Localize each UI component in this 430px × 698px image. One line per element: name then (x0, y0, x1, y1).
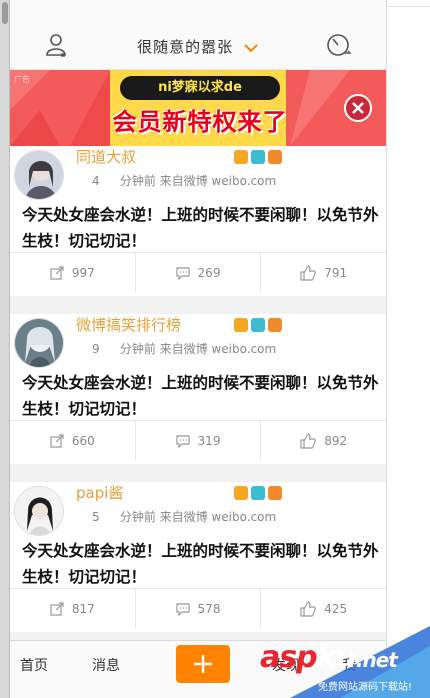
ad-banner[interactable]: 广告 ni梦寐以求de 会员新特权来了 (10, 70, 386, 146)
camera-badge-icon (251, 150, 265, 164)
comment-button[interactable]: 269 (136, 253, 262, 292)
repost-button[interactable]: 817 (10, 589, 136, 628)
repost-button[interactable]: 997 (10, 253, 136, 292)
author-name[interactable]: 微博搞笑排行榜 (76, 314, 181, 335)
avatar-image (15, 319, 63, 367)
camera-badge-icon (251, 318, 265, 332)
medal-badge-icon (268, 318, 282, 332)
tab-home[interactable]: 首页 (20, 655, 48, 675)
repost-icon (50, 265, 64, 280)
tab-discover[interactable]: 发现 (272, 655, 300, 675)
bottom-tab-bar: 首页 消息 发现 我 (10, 640, 386, 698)
thumbs-up-icon (300, 264, 317, 281)
repost-icon (50, 433, 64, 448)
divider (386, 0, 387, 698)
user-badges (234, 150, 282, 164)
camera-badge-icon (251, 486, 265, 500)
avatar-image (15, 151, 63, 199)
ad-label: 广告 (14, 75, 30, 84)
medal-badge-icon (268, 150, 282, 164)
top-nav-bar: 很随意的嚣张 (10, 0, 386, 70)
avatar[interactable] (14, 486, 64, 536)
radar-icon (327, 34, 352, 56)
feed-card[interactable]: papi酱 5 分钟前 来自微博 weibo.com 今天处女座会水逆！上班的时… (10, 482, 386, 632)
tab-me[interactable]: 我 (342, 655, 356, 675)
comment-button[interactable]: 578 (136, 589, 262, 628)
avatar-image (15, 487, 63, 535)
repost-icon (50, 601, 64, 616)
post-actions: 997 269 791 (10, 252, 386, 292)
post-text[interactable]: 今天处女座会水逆！上班的时候不要闲聊！以免节外生枝！切记切记！ (22, 202, 382, 254)
chevron-down-icon (244, 43, 258, 52)
close-icon (352, 102, 364, 114)
repost-button[interactable]: 660 (10, 421, 136, 460)
vip-badge-icon (234, 318, 248, 332)
author-name[interactable]: 同道大叔 (76, 146, 136, 167)
post-actions: 817 578 425 (10, 588, 386, 628)
banner-tagline: ni梦寐以求de (120, 76, 280, 100)
comment-icon (175, 266, 190, 280)
compose-button[interactable] (176, 645, 230, 683)
scrollbar-thumb[interactable] (2, 2, 8, 24)
post-text[interactable]: 今天处女座会水逆！上班的时候不要闲聊！以免节外生枝！切记切记！ (22, 370, 382, 422)
feed-card[interactable]: 微博搞笑排行榜 9 分钟前 来自微博 weibo.com 今天处女座会水逆！上班… (10, 314, 386, 464)
weibo-app: 很随意的嚣张 广告 ni梦寐以求de 会员新特权来了 同道大叔 4 分钟前 来自… (10, 0, 386, 698)
like-button[interactable]: 425 (261, 589, 386, 628)
avatar[interactable] (14, 150, 64, 200)
author-name[interactable]: papi酱 (76, 482, 123, 503)
comment-icon (175, 602, 190, 616)
user-badges (234, 318, 282, 332)
thumbs-up-icon (300, 432, 317, 449)
tab-messages[interactable]: 消息 (92, 655, 120, 675)
post-text[interactable]: 今天处女座会水逆！上班的时候不要闲聊！以免节外生枝！切记切记！ (22, 538, 382, 590)
plus-icon (194, 655, 212, 673)
post-meta: 9 分钟前 来自微博 weibo.com (92, 342, 277, 356)
page-title: 很随意的嚣张 (137, 38, 234, 56)
feed-card[interactable]: 同道大叔 4 分钟前 来自微博 weibo.com 今天处女座会水逆！上班的时候… (10, 146, 386, 296)
user-badges (234, 486, 282, 500)
thumbs-up-icon (300, 600, 317, 617)
close-ad-button[interactable] (344, 94, 372, 122)
radar-button[interactable] (324, 30, 354, 60)
comment-button[interactable]: 319 (136, 421, 262, 460)
medal-badge-icon (268, 486, 282, 500)
post-meta: 4 分钟前 来自微博 weibo.com (92, 174, 277, 188)
banner-headline: 会员新特权来了 (112, 108, 288, 136)
divider (387, 6, 430, 7)
vip-badge-icon (234, 486, 248, 500)
like-button[interactable]: 791 (261, 253, 386, 292)
window-scrollbar[interactable] (0, 0, 10, 698)
avatar[interactable] (14, 318, 64, 368)
like-button[interactable]: 892 (261, 421, 386, 460)
vip-badge-icon (234, 150, 248, 164)
post-meta: 5 分钟前 来自微博 weibo.com (92, 510, 277, 524)
post-actions: 660 319 892 (10, 420, 386, 460)
comment-icon (175, 434, 190, 448)
